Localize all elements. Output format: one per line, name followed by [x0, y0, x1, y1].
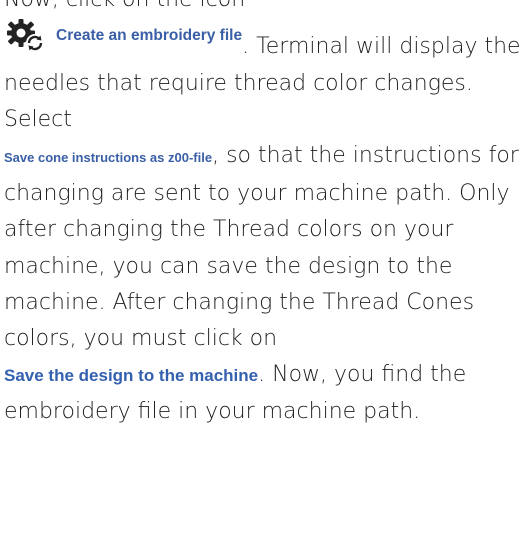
- create-embroidery-file-button[interactable]: Create an embroidery file: [4, 18, 242, 54]
- intro-text: Now, click on the icon: [4, 0, 245, 12]
- save-cone-instructions-button[interactable]: Save cone instructions as z00-file: [4, 140, 212, 176]
- save-design-to-machine-button[interactable]: Save the design to the machine: [4, 358, 258, 394]
- instruction-paragraph: Now, click on the icon: [4, 0, 529, 431]
- gear-refresh-icon: [4, 19, 46, 53]
- instruction-text: Now, click on the icon: [4, 0, 529, 431]
- create-embroidery-file-label: Create an embroidery file: [56, 27, 243, 45]
